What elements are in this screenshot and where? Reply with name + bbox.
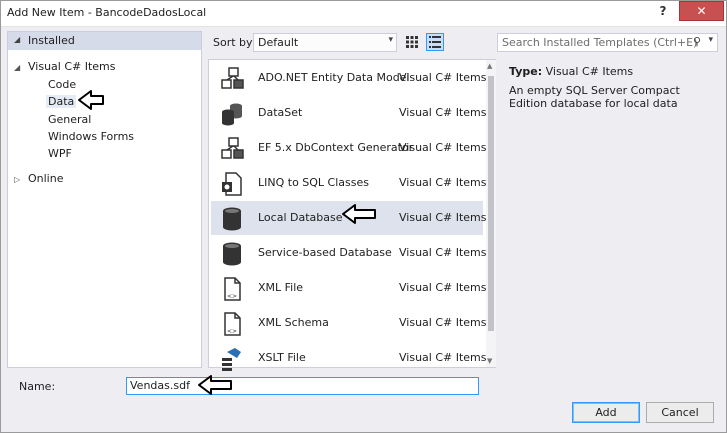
ef-generator-icon [221,137,244,159]
tree-node-label: Data [48,95,75,108]
tree-header-label: Installed [28,34,75,47]
template-name: Local Database [258,211,343,224]
template-name: LINQ to SQL Classes [258,176,369,189]
template-item-linq-to-sql-classes[interactable]: LINQ to SQL Classes Visual C# Items [211,166,487,200]
scrollbar-thumb[interactable] [488,76,494,331]
tree-node-wpf[interactable]: WPF [48,147,72,160]
name-input[interactable]: Vendas.sdf [126,377,479,395]
tree-node-label: Visual C# Items [28,60,116,73]
template-type: Visual C# Items [399,211,487,224]
tree-node-label: Windows Forms [48,130,135,143]
sort-by-label: Sort by: [213,36,256,49]
template-category-tree: ◢ Installed ◢ Visual C# Items Code Data G… [7,31,202,368]
add-button[interactable]: Add [572,402,640,423]
tree-node-windows-forms[interactable]: Windows Forms [48,130,134,143]
help-button[interactable]: ? [651,1,675,21]
type-value: Visual C# Items [545,65,634,78]
template-name: XSLT File [258,351,306,364]
collapsed-arrow-icon: ▷ [14,175,21,184]
sort-by-select[interactable]: Default ▾ [253,33,397,52]
chevron-down-icon: ▾ [388,35,393,45]
expanded-arrow-icon: ◢ [14,35,21,44]
medium-icons-view-button[interactable] [403,33,421,51]
expanded-arrow-icon: ◢ [14,63,21,72]
template-item-xslt-file[interactable]: XSLT File Visual C# Items [211,341,487,375]
template-type: Visual C# Items [399,246,487,259]
template-type-line: Type: Visual C# Items [509,65,709,78]
tree-node-data[interactable]: Data [46,95,77,108]
svg-text:<>: <> [227,293,237,300]
tree-node-general[interactable]: General [48,113,91,126]
annotation-arrow-icon [198,375,232,395]
tree-node-installed[interactable]: ◢ Installed [8,32,201,50]
template-name: ADO.NET Entity Data Model [258,71,410,84]
scroll-up-icon[interactable]: ▲ [487,62,492,70]
template-type: Visual C# Items [399,106,487,119]
tree-node-label: General [48,113,92,126]
add-new-item-dialog: Add New Item - BancodeDadosLocal ? ✕ ◢ I… [0,0,727,433]
dataset-icon [222,103,242,126]
template-type: Visual C# Items [399,281,487,294]
tree-node-label: Code [48,78,77,91]
template-name: DataSet [258,106,303,119]
tree-node-label: Online [28,172,64,185]
close-button[interactable]: ✕ [679,1,724,21]
template-item-dataset[interactable]: DataSet Visual C# Items [211,96,487,130]
tree-node-online[interactable]: ▷ Online [14,172,63,185]
scroll-down-icon[interactable]: ▼ [487,357,492,365]
annotation-arrow-icon [78,90,104,110]
database-icon [223,207,241,231]
template-type: Visual C# Items [399,71,487,84]
xslt-file-icon [222,348,241,371]
title-bar: Add New Item - BancodeDadosLocal ? ✕ [1,1,726,27]
template-item-xml-file[interactable]: <> XML File Visual C# Items [211,271,487,305]
template-item-service-based-database[interactable]: Service-based Database Visual C# Items [211,236,487,270]
window-title: Add New Item - BancodeDadosLocal [7,6,207,19]
database-icon [223,242,241,266]
chevron-down-icon[interactable]: ▾ [708,35,713,45]
template-name: XML Schema [258,316,329,329]
small-icons-view-button[interactable] [426,33,444,51]
template-type: Visual C# Items [399,141,487,154]
type-label: Type: [509,65,543,78]
search-placeholder: Search Installed Templates (Ctrl+E) [502,36,698,49]
tree-node-label: WPF [48,147,72,160]
grid-icon [406,36,418,48]
annotation-arrow-icon [342,204,376,224]
entity-model-icon [221,67,244,89]
template-item-xml-schema[interactable]: <> XML Schema Visual C# Items [211,306,487,340]
svg-text:<>: <> [227,328,237,335]
linq-icon [222,172,242,196]
search-icon[interactable]: ⚲ [693,35,701,48]
tree-node-code[interactable]: Code [48,78,76,91]
template-type: Visual C# Items [399,351,487,364]
list-icon [429,36,441,48]
template-item-ef-dbcontext-generator[interactable]: EF 5.x DbContext Generator Visual C# Ite… [211,131,487,165]
template-item-ado-net-entity-data-model[interactable]: ADO.NET Entity Data Model Visual C# Item… [211,61,487,95]
name-label: Name: [19,380,56,393]
xml-file-icon: <> [224,277,241,301]
tree-node-visual-csharp-items[interactable]: ◢ Visual C# Items [14,60,116,73]
search-templates-input[interactable]: Search Installed Templates (Ctrl+E) ⚲ ▾ [497,33,718,52]
cancel-button[interactable]: Cancel [646,402,714,423]
xml-schema-icon: <> [224,312,241,336]
template-list-scrollbar[interactable]: ▲ ▼ [486,60,496,367]
template-name: XML File [258,281,304,294]
template-name: EF 5.x DbContext Generator [258,141,414,154]
template-type: Visual C# Items [399,176,487,189]
sort-by-value: Default [258,36,299,49]
template-description: An empty SQL Server Compact Edition data… [509,84,680,110]
template-type: Visual C# Items [399,316,487,329]
template-details: Type: Visual C# Items An empty SQL Serve… [509,65,709,110]
template-name: Service-based Database [258,246,392,259]
